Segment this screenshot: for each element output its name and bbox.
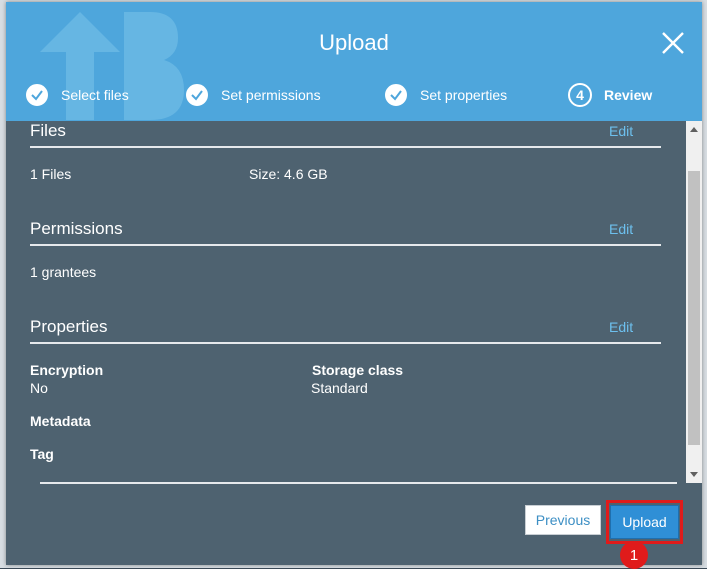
step-label: Review: [604, 87, 653, 103]
scroll-up-icon[interactable]: [686, 121, 702, 137]
step-select-files[interactable]: Select files: [26, 82, 129, 108]
step-marker-badge: 1: [620, 541, 648, 569]
divider: [30, 146, 661, 148]
step-label: Set properties: [420, 87, 508, 103]
encryption-value: No: [30, 380, 48, 396]
properties-section-title: Properties: [30, 317, 108, 336]
permissions-edit-link[interactable]: Edit: [609, 221, 633, 237]
files-section-title: Files: [30, 121, 66, 140]
divider: [30, 244, 661, 246]
permissions-section-title: Permissions: [30, 219, 123, 238]
properties-edit-link[interactable]: Edit: [609, 319, 633, 335]
vertical-scrollbar[interactable]: [686, 121, 702, 483]
tag-label: Tag: [30, 446, 54, 462]
files-count: 1 Files: [30, 166, 72, 182]
step-set-properties[interactable]: Set properties: [385, 82, 507, 108]
step-label: Set permissions: [221, 87, 321, 103]
step-number: 4: [568, 83, 592, 107]
metadata-label: Metadata: [30, 413, 91, 429]
footer-divider: [40, 482, 677, 484]
dialog-header: Upload Select files Set permissions Set …: [6, 2, 702, 121]
upload-dialog: Upload Select files Set permissions Set …: [6, 2, 702, 565]
review-content: Files Edit 1 Files Size: 4.6 GB Permissi…: [6, 121, 686, 483]
step-label: Select files: [61, 87, 129, 103]
files-size: Size: 4.6 GB: [249, 166, 328, 182]
upload-button[interactable]: Upload: [610, 505, 679, 539]
permissions-grantees: 1 grantees: [30, 264, 97, 280]
step-review[interactable]: 4 Review: [568, 82, 652, 108]
storage-class-label: Storage class: [312, 362, 404, 378]
storage-class-value: Standard: [311, 380, 368, 396]
files-edit-link[interactable]: Edit: [609, 123, 633, 139]
previous-button[interactable]: Previous: [525, 505, 601, 535]
scroll-thumb[interactable]: [688, 171, 700, 445]
encryption-label: Encryption: [30, 362, 104, 378]
step-set-permissions[interactable]: Set permissions: [186, 82, 321, 108]
check-circle-icon: [26, 84, 48, 106]
check-circle-icon: [385, 84, 407, 106]
scroll-down-icon[interactable]: [686, 467, 702, 483]
check-circle-icon: [186, 84, 208, 106]
dialog-title: Upload: [319, 30, 389, 55]
divider: [30, 342, 661, 344]
close-icon[interactable]: [660, 30, 686, 56]
